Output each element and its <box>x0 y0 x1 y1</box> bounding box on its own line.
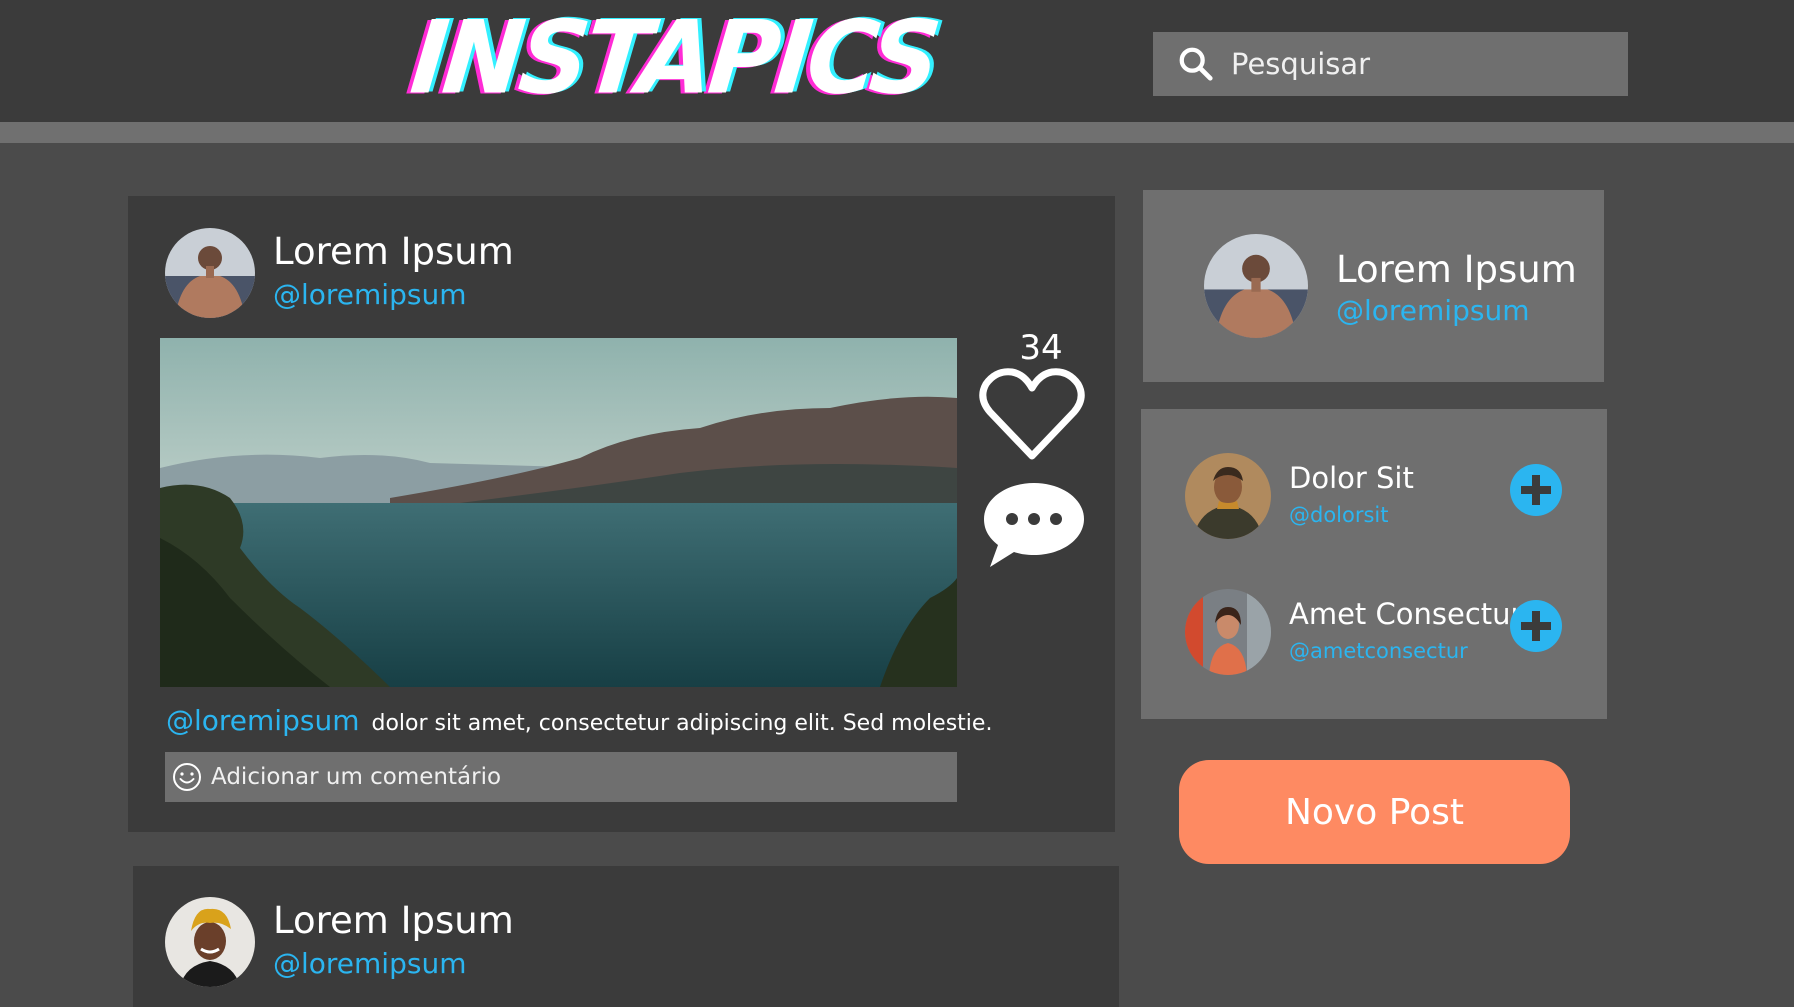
like-count: 34 <box>1019 328 1063 368</box>
heart-icon[interactable] <box>976 364 1088 464</box>
post-image[interactable] <box>160 338 957 687</box>
suggestion-name[interactable]: Dolor Sit <box>1289 461 1414 495</box>
logo-text: INSTAPICS <box>405 0 942 117</box>
suggestion-name[interactable]: Amet Consectur <box>1289 597 1522 631</box>
suggestion-avatar[interactable] <box>1185 453 1271 539</box>
caption-author-handle[interactable]: @loremipsum <box>166 704 359 737</box>
post-author-avatar[interactable] <box>165 228 255 318</box>
post-author-handle[interactable]: @loremipsum <box>273 947 466 980</box>
plus-icon[interactable] <box>1509 463 1563 517</box>
post-card: Lorem Ipsum @loremipsum <box>128 196 1115 832</box>
search-input[interactable] <box>1231 47 1611 81</box>
profile-handle[interactable]: @loremipsum <box>1336 294 1529 327</box>
comment-icon[interactable] <box>980 479 1088 571</box>
caption-text: dolor sit amet, consectetur adipiscing e… <box>371 711 993 736</box>
search-icon[interactable] <box>1177 45 1215 83</box>
suggestion-item: Dolor Sit @dolorsit <box>1141 453 1607 543</box>
suggestion-avatar[interactable] <box>1185 589 1271 675</box>
profile-name[interactable]: Lorem Ipsum <box>1336 248 1577 291</box>
search-bar[interactable] <box>1153 32 1628 96</box>
suggestion-handle[interactable]: @ametconsectur <box>1289 639 1468 663</box>
post-author-name[interactable]: Lorem Ipsum <box>273 899 514 942</box>
suggestions-card: Dolor Sit @dolorsit Amet Consectur @amet… <box>1141 409 1607 719</box>
post-author-avatar[interactable] <box>165 897 255 987</box>
header-divider <box>0 122 1794 143</box>
comment-box[interactable] <box>165 752 957 802</box>
post-caption: @loremipsum dolor sit amet, consectetur … <box>166 704 992 737</box>
post-author-handle[interactable]: @loremipsum <box>273 278 466 311</box>
instapics-logo[interactable]: INSTAPICS INSTAPICS INSTAPICS <box>402 0 946 118</box>
plus-icon[interactable] <box>1509 599 1563 653</box>
post-author-name[interactable]: Lorem Ipsum <box>273 230 514 273</box>
smile-icon[interactable] <box>171 761 203 793</box>
post-card: Lorem Ipsum @loremipsum <box>133 866 1119 1007</box>
top-header: INSTAPICS INSTAPICS INSTAPICS <box>0 0 1794 122</box>
suggestion-item: Amet Consectur @ametconsectur <box>1141 589 1607 679</box>
suggestion-handle[interactable]: @dolorsit <box>1289 503 1389 527</box>
profile-card: Lorem Ipsum @loremipsum <box>1143 190 1604 382</box>
comment-input[interactable] <box>211 764 931 790</box>
profile-avatar[interactable] <box>1204 234 1308 338</box>
new-post-button[interactable]: Novo Post <box>1179 760 1570 864</box>
